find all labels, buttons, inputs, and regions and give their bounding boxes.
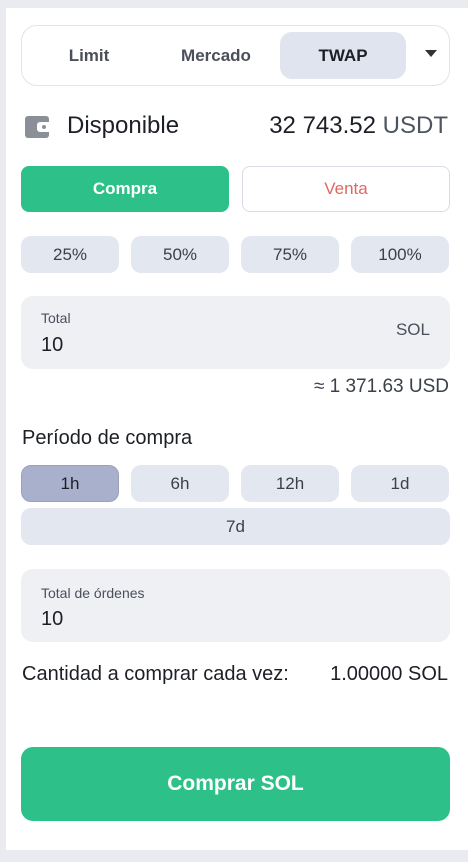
usd-estimate: ≈ 1 371.63 USD: [313, 376, 449, 397]
period-option-6h[interactable]: 6h: [131, 465, 229, 502]
total-input[interactable]: Total 10 SOL: [21, 296, 450, 369]
available-amount: 32 743.52: [269, 112, 376, 139]
per-order-value: 1.00000 SOL: [330, 663, 448, 685]
orders-value[interactable]: 10: [41, 608, 63, 631]
tab-mercado[interactable]: Mercado: [154, 32, 278, 79]
percent-chip-25[interactable]: 25%: [21, 236, 119, 273]
available-balance: 32 743.52 USDT: [269, 112, 448, 140]
total-label: Total: [41, 310, 71, 326]
wallet-icon: [25, 116, 49, 138]
total-value[interactable]: 10: [41, 334, 63, 357]
percent-chip-100[interactable]: 100%: [351, 236, 449, 273]
period-option-1d[interactable]: 1d: [351, 465, 449, 502]
tab-twap[interactable]: TWAP: [280, 32, 406, 79]
orders-label: Total de órdenes: [41, 585, 145, 601]
period-option-1h[interactable]: 1h: [21, 465, 119, 502]
period-title: Período de compra: [22, 427, 193, 449]
percent-chip-75[interactable]: 75%: [241, 236, 339, 273]
order-type-tabs: Limit Mercado TWAP: [21, 25, 450, 86]
period-option-12h[interactable]: 12h: [241, 465, 339, 502]
trade-panel: Limit Mercado TWAP Disponible 32 743.52 …: [6, 8, 468, 850]
buy-sol-button[interactable]: Comprar SOL: [21, 747, 450, 821]
total-unit: SOL: [395, 320, 430, 339]
available-currency: USDT: [382, 112, 448, 139]
per-order-label: Cantidad a comprar cada vez:: [22, 663, 289, 685]
chevron-down-icon[interactable]: [425, 50, 437, 57]
tab-limit[interactable]: Limit: [28, 32, 150, 79]
period-option-7d[interactable]: 7d: [21, 508, 450, 545]
buy-button[interactable]: Compra: [21, 166, 229, 212]
available-label: Disponible: [67, 112, 180, 139]
orders-input[interactable]: Total de órdenes 10: [21, 569, 450, 642]
percent-chip-50[interactable]: 50%: [131, 236, 229, 273]
sell-button[interactable]: Venta: [242, 166, 450, 212]
